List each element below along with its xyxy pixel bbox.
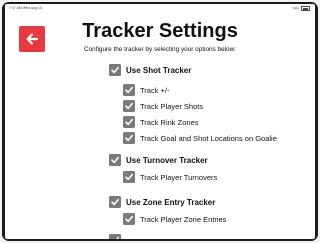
checkbox-checked-icon[interactable] — [123, 100, 135, 112]
checkbox-checked-icon[interactable] — [109, 154, 121, 166]
track-plus-minus-toggle[interactable]: Track +/- — [123, 84, 170, 96]
track-plus-minus-label: Track +/- — [140, 85, 170, 95]
track-goalie-locations-label: Track Goal and Shot Locations on Goalie — [140, 133, 277, 143]
app-screen: 7:47 AM Wed Aug 13 74% Tracker Settings … — [5, 4, 315, 239]
checkbox-checked-icon[interactable] — [109, 196, 121, 208]
checkbox-checked-icon[interactable] — [123, 213, 135, 225]
turnover-tracker-toggle[interactable]: Use Turnover Tracker — [109, 154, 208, 166]
track-player-turnovers-toggle[interactable]: Track Player Turnovers — [123, 171, 217, 183]
battery-icon — [301, 6, 310, 11]
track-player-shots-toggle[interactable]: Track Player Shots — [123, 100, 203, 112]
status-time: 7:47 AM Wed Aug 13 — [9, 6, 42, 10]
track-rink-zones-label: Track Rink Zones — [140, 117, 199, 127]
checkbox-checked-icon[interactable] — [123, 132, 135, 144]
zone-entry-tracker-toggle[interactable]: Use Zone Entry Tracker — [109, 196, 215, 208]
track-goalie-locations-toggle[interactable]: Track Goal and Shot Locations on Goalie — [123, 132, 277, 144]
tablet-frame: 7:47 AM Wed Aug 13 74% Tracker Settings … — [2, 2, 318, 241]
checkbox-checked-icon[interactable] — [123, 116, 135, 128]
turnover-tracker-label: Use Turnover Tracker — [126, 155, 208, 165]
next-tracker-toggle[interactable] — [109, 234, 121, 239]
checkbox-checked-icon[interactable] — [109, 64, 121, 76]
checkbox-checked-icon[interactable] — [123, 171, 135, 183]
page-subtitle: Configure the tracker by selecting your … — [83, 46, 237, 53]
status-battery: 74% — [292, 6, 310, 11]
status-bar: 7:47 AM Wed Aug 13 74% — [5, 4, 315, 12]
checkbox-checked-icon[interactable] — [109, 234, 121, 239]
track-player-zone-entries-label: Track Player Zone Entries — [140, 214, 227, 224]
track-player-turnovers-label: Track Player Turnovers — [140, 172, 218, 182]
shot-tracker-toggle[interactable]: Use Shot Tracker — [109, 64, 191, 76]
track-player-zone-entries-toggle[interactable]: Track Player Zone Entries — [123, 213, 226, 225]
shot-tracker-label: Use Shot Tracker — [126, 65, 192, 75]
track-player-shots-label: Track Player Shots — [140, 101, 204, 111]
zone-entry-tracker-label: Use Zone Entry Tracker — [126, 197, 216, 207]
page-title: Tracker Settings — [82, 20, 238, 42]
battery-percent: 74% — [292, 6, 300, 11]
checkbox-checked-icon[interactable] — [123, 84, 135, 96]
track-rink-zones-toggle[interactable]: Track Rink Zones — [123, 116, 199, 128]
